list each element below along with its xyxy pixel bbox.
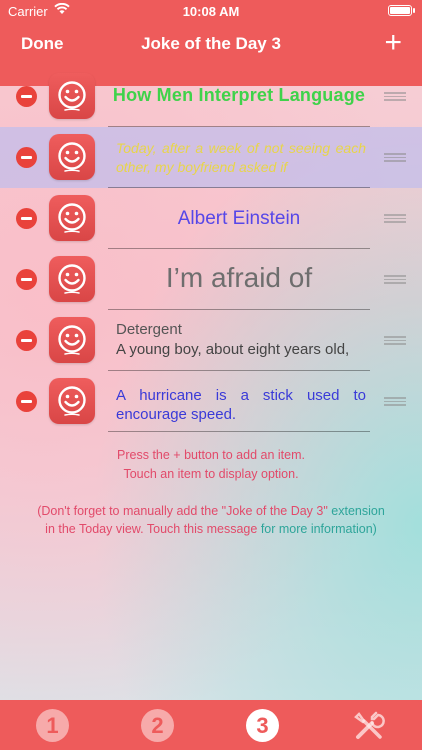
hint-add: Press the + button to add an item.	[117, 448, 305, 462]
item-content[interactable]: Today, after a week of not seeing each o…	[108, 127, 370, 188]
status-bar: Carrier 10:08 AM	[0, 0, 422, 22]
list-item[interactable]: How Men Interpret Language	[0, 66, 422, 127]
smiley-icon	[49, 195, 95, 241]
done-button[interactable]: Done	[21, 34, 64, 54]
tab-1[interactable]: 1	[36, 709, 70, 743]
reorder-handle-icon[interactable]	[384, 336, 406, 345]
list-item[interactable]: Detergent A young boy, about eight years…	[0, 310, 422, 371]
hint-touch: Touch an item to display option.	[123, 467, 299, 481]
list-item[interactable]: A hurricane is a stick used to encourage…	[0, 371, 422, 432]
item-title: Detergent	[116, 321, 182, 338]
smiley-icon	[49, 256, 95, 302]
tab-tools[interactable]	[352, 709, 386, 743]
item-text: Today, after a week of not seeing each o…	[116, 140, 366, 175]
reorder-handle-icon[interactable]	[384, 153, 406, 162]
list-item[interactable]: Albert Einstein	[0, 188, 422, 249]
item-text: A young boy, about eight years old,	[116, 341, 350, 358]
reorder-handle-icon[interactable]	[384, 92, 406, 101]
smiley-icon	[49, 134, 95, 180]
smiley-icon	[49, 317, 95, 363]
joke-list: How Men Interpret Language Today, after …	[0, 66, 422, 432]
extension-message-line1[interactable]: (Don't forget to manually add the "Joke …	[0, 504, 422, 518]
message-text: (Don't forget to manually add the "Joke …	[37, 504, 328, 518]
reorder-handle-icon[interactable]	[384, 214, 406, 223]
item-text: How Men Interpret Language	[112, 85, 366, 105]
tab-3[interactable]: 3	[246, 709, 280, 743]
message-highlight: for more information)	[257, 522, 377, 536]
delete-icon[interactable]	[16, 208, 37, 229]
delete-icon[interactable]	[16, 86, 37, 107]
divider	[108, 431, 370, 432]
item-content[interactable]: Albert Einstein	[108, 188, 370, 249]
tab-bar: 1 2 3	[0, 700, 422, 750]
item-content[interactable]: How Men Interpret Language	[108, 66, 370, 127]
delete-icon[interactable]	[16, 269, 37, 290]
add-button[interactable]: +	[384, 28, 402, 58]
list-item[interactable]: I’m afraid of	[0, 249, 422, 310]
smiley-icon	[49, 378, 95, 424]
navigation-bar: Done Joke of the Day 3 +	[0, 22, 422, 66]
delete-icon[interactable]	[16, 391, 37, 412]
item-text: Albert Einstein	[177, 208, 301, 229]
message-highlight: extension	[327, 504, 385, 518]
tab-3-label: 3	[246, 709, 279, 742]
tab-2[interactable]: 2	[141, 709, 175, 743]
tab-1-label: 1	[36, 709, 69, 742]
battery-icon	[388, 5, 415, 16]
delete-icon[interactable]	[16, 330, 37, 351]
item-content[interactable]: I’m afraid of	[108, 249, 370, 310]
reorder-handle-icon[interactable]	[384, 275, 406, 284]
delete-icon[interactable]	[16, 147, 37, 168]
list-item[interactable]: Today, after a week of not seeing each o…	[0, 127, 422, 188]
item-content[interactable]: A hurricane is a stick used to encourage…	[108, 371, 370, 432]
clock: 10:08 AM	[182, 4, 240, 19]
message-text: in the Today view. Touch this message	[45, 522, 258, 536]
item-text: A hurricane is a stick used to encourage…	[116, 387, 366, 423]
smiley-icon	[49, 73, 95, 119]
tools-icon	[352, 711, 386, 747]
item-content[interactable]: Detergent A young boy, about eight years…	[108, 310, 370, 371]
item-text: I’m afraid of	[165, 262, 313, 293]
reorder-handle-icon[interactable]	[384, 397, 406, 406]
tab-2-label: 2	[141, 709, 174, 742]
extension-message-line2[interactable]: in the Today view. Touch this message fo…	[0, 522, 422, 536]
